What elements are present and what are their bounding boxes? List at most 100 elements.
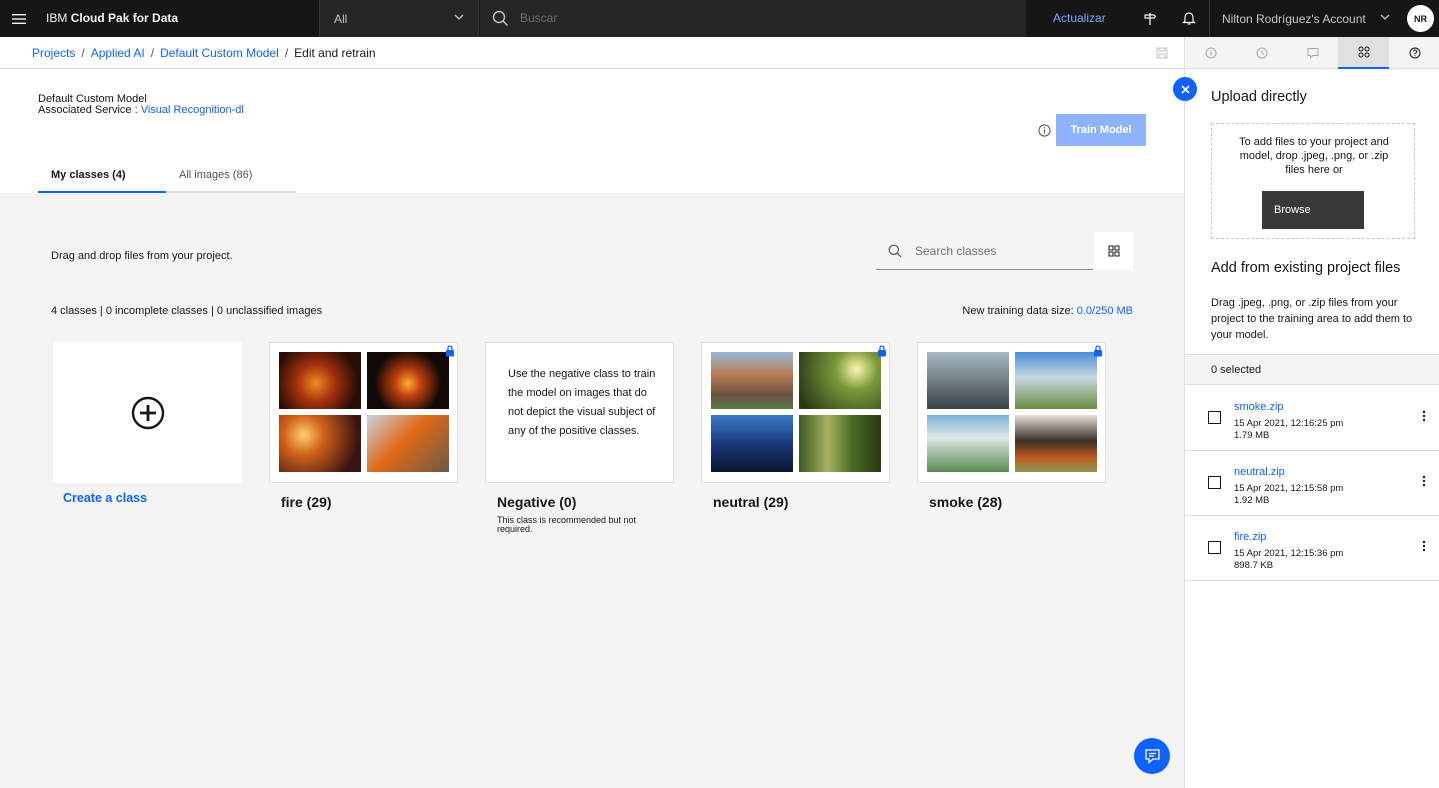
class-search-input[interactable]: Search classes xyxy=(876,232,1093,270)
file-name[interactable]: neutral.zip xyxy=(1234,466,1285,478)
breadcrumb-model[interactable]: Default Custom Model xyxy=(160,46,279,60)
notification-icon[interactable] xyxy=(1170,0,1207,37)
overflow-menu-icon[interactable] xyxy=(1422,410,1426,422)
file-checkbox[interactable] xyxy=(1208,541,1221,554)
service-link[interactable]: Visual Recognition-dl xyxy=(141,104,244,116)
grid-view-button[interactable] xyxy=(1094,232,1133,270)
negative-description: Use the negative class to train the mode… xyxy=(508,368,656,437)
info-icon[interactable] xyxy=(1038,124,1051,137)
thumbnail xyxy=(279,352,361,409)
breadcrumb-projects[interactable]: Projects xyxy=(32,46,75,60)
file-checkbox[interactable] xyxy=(1208,476,1221,489)
file-checkbox[interactable] xyxy=(1208,411,1221,424)
thumbnail xyxy=(799,415,881,472)
thumbnail xyxy=(1015,415,1097,472)
class-card-negative[interactable]: Use the negative class to train the mode… xyxy=(485,342,674,483)
top-header: IBM Cloud Pak for Data All Buscar Actual… xyxy=(0,0,1439,37)
create-class-link[interactable]: Create a class xyxy=(63,491,147,505)
class-card-fire[interactable] xyxy=(269,342,458,483)
signpost-icon[interactable] xyxy=(1131,0,1168,37)
thumbnail xyxy=(279,415,361,472)
class-card-smoke[interactable] xyxy=(917,342,1106,483)
class-title-fire: fire (29) xyxy=(281,494,332,510)
tab-my-classes[interactable]: My classes (4) xyxy=(38,159,166,193)
browse-button[interactable]: Browse xyxy=(1262,191,1364,229)
close-panel-button[interactable] xyxy=(1173,77,1197,101)
menu-icon[interactable] xyxy=(0,0,37,37)
file-row[interactable]: fire.zip 15 Apr 2021, 12:15:36 pm 898.7 … xyxy=(1185,516,1439,581)
dropzone-text: To add files to your project and model, … xyxy=(1239,136,1389,176)
create-class-card[interactable] xyxy=(53,342,242,483)
thumbnail xyxy=(927,352,1009,409)
search-icon xyxy=(888,244,902,258)
breadcrumb-current: Edit and retrain xyxy=(294,46,376,60)
thumbnail xyxy=(927,415,1009,472)
overflow-menu-icon[interactable] xyxy=(1422,540,1426,552)
grid-icon xyxy=(1108,245,1119,257)
brand-name: Cloud Pak for Data xyxy=(70,11,179,25)
history-icon xyxy=(1256,47,1267,59)
brand-title[interactable]: IBM Cloud Pak for Data xyxy=(46,11,178,25)
class-title-negative: Negative (0) xyxy=(497,494,577,510)
file-name[interactable]: smoke.zip xyxy=(1234,401,1284,413)
selection-bar: 0 selected xyxy=(1185,354,1439,385)
chat-button[interactable] xyxy=(1134,738,1170,774)
tab-all-images[interactable]: All images (86) xyxy=(166,159,296,193)
tab-data[interactable] xyxy=(1338,37,1389,69)
file-row[interactable]: smoke.zip 15 Apr 2021, 12:16:25 pm 1.79 … xyxy=(1185,386,1439,451)
account-switcher[interactable]: Nilton Rodríguez's Account xyxy=(1209,0,1400,37)
brand-prefix: IBM xyxy=(46,11,68,25)
tab-info[interactable] xyxy=(1185,37,1236,69)
scope-dropdown[interactable]: All xyxy=(319,0,479,37)
existing-files-description: Drag .jpeg, .png, or .zip files from you… xyxy=(1211,297,1413,341)
chat-icon xyxy=(1144,748,1160,764)
file-row[interactable]: neutral.zip 15 Apr 2021, 12:15:58 pm 1.9… xyxy=(1185,451,1439,516)
file-size: 1.79 MB xyxy=(1234,430,1270,441)
tab-history[interactable] xyxy=(1236,37,1287,69)
file-dropzone[interactable]: To add files to your project and model, … xyxy=(1211,123,1415,239)
avatar[interactable]: NR xyxy=(1407,5,1434,32)
file-name[interactable]: fire.zip xyxy=(1234,531,1266,543)
existing-files-title: Add from existing project files xyxy=(1211,260,1401,276)
service-label: Associated Service : xyxy=(38,104,138,116)
data-icon xyxy=(1358,46,1369,58)
tab-help[interactable] xyxy=(1389,37,1439,69)
training-work-area: Drag and drop files from your project. S… xyxy=(0,193,1184,788)
upload-title: Upload directly xyxy=(1211,89,1307,105)
file-size: 898.7 KB xyxy=(1234,560,1274,571)
upgrade-link[interactable]: Actualizar xyxy=(1053,11,1106,25)
comment-icon xyxy=(1307,48,1318,59)
breadcrumb: Projects / Applied AI / Default Custom Mod… xyxy=(32,46,376,60)
class-card-neutral[interactable] xyxy=(701,342,890,483)
size-label: New training data size: xyxy=(962,305,1074,317)
help-icon xyxy=(1409,47,1420,59)
selected-count: 0 selected xyxy=(1211,364,1262,376)
file-date: 15 Apr 2021, 12:15:36 pm xyxy=(1234,548,1344,559)
overflow-menu-icon[interactable] xyxy=(1422,475,1426,487)
tab-comments[interactable] xyxy=(1287,37,1338,69)
file-date: 15 Apr 2021, 12:16:25 pm xyxy=(1234,418,1344,429)
chevron-down-icon xyxy=(1380,14,1390,20)
save-icon[interactable] xyxy=(1156,47,1168,59)
breadcrumb-bar: Projects / Applied AI / Default Custom Mod… xyxy=(0,37,1184,69)
size-value: 0.0/250 MB xyxy=(1076,305,1133,317)
class-title-neutral: neutral (29) xyxy=(713,494,789,510)
class-tabs: My classes (4) All images (86) xyxy=(38,159,296,193)
thumbnail xyxy=(799,352,881,409)
train-model-button[interactable]: Train Model xyxy=(1056,114,1146,146)
info-icon xyxy=(1205,47,1216,59)
drag-hint: Drag and drop files from your project. xyxy=(51,250,233,262)
file-size: 1.92 MB xyxy=(1234,495,1270,506)
thumbnail xyxy=(711,352,793,409)
model-header: Default Custom Model Associated Service … xyxy=(38,94,244,116)
file-date: 15 Apr 2021, 12:15:58 pm xyxy=(1234,483,1344,494)
thumbnail xyxy=(367,415,449,472)
thumbnail xyxy=(711,415,793,472)
breadcrumb-applied-ai[interactable]: Applied AI xyxy=(91,46,145,60)
training-size: New training data size: 0.0/250 MB xyxy=(962,305,1133,317)
account-label: Nilton Rodríguez's Account xyxy=(1222,12,1366,26)
global-search-input[interactable]: Buscar xyxy=(480,0,1026,37)
lock-icon xyxy=(1094,345,1102,357)
negative-note: This class is recommended but not requir… xyxy=(497,515,637,534)
thumbnail xyxy=(1015,352,1097,409)
